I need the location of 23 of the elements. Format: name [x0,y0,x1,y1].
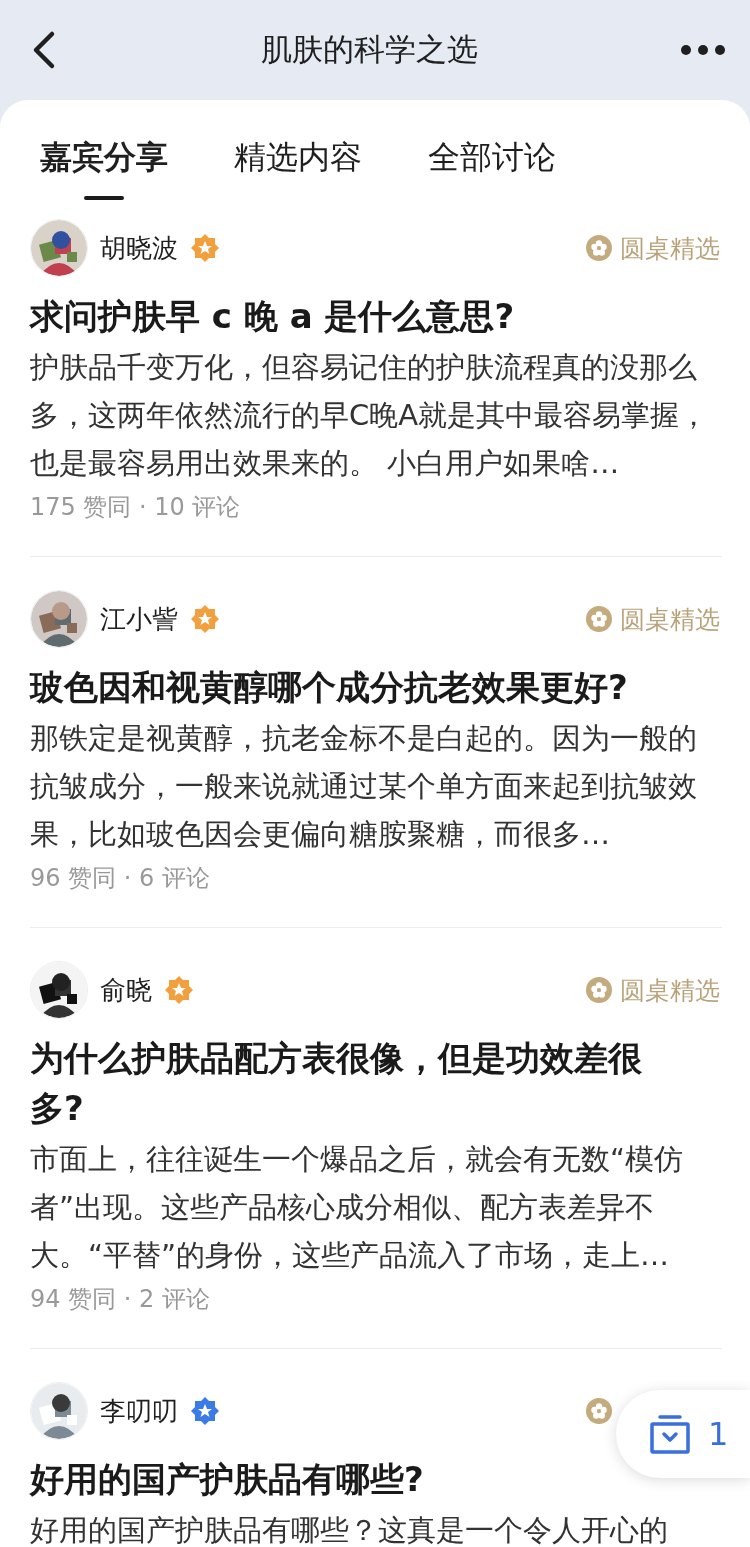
answer-excerpt[interactable]: 那铁定是视黄醇，抗老金标不是白起的。因为一般的抗皱成分，一般来说就通过某个单方面来起到抗皱效果，比如玻色因会更偏向糖胺聚糖，而很多… [30,714,714,858]
question-title[interactable]: 好用的国产护肤品有哪些? [30,1454,424,1504]
featured-label: 圆桌精选 [620,603,720,636]
question-title[interactable]: 求问护肤早 c 晚 a 是什么意思? [30,291,515,341]
author-name[interactable]: 李叨叨 [100,1393,178,1429]
tab[interactable]: 全部讨论 [428,136,556,200]
vote-comment-count: 175 赞同 · 10 评论 [30,492,242,523]
vote-comment-count: 94 赞同 · 2 评论 [30,1284,211,1315]
author-name[interactable]: 俞晓 [100,972,152,1008]
tab[interactable]: 嘉宾分享 [40,136,168,200]
page-title: 肌肤的科学之选 [260,30,478,69]
tab[interactable]: 精选内容 [234,136,362,200]
collection-button[interactable]: 1 [616,1390,750,1478]
question-title[interactable]: 为什么护肤品配方表很像，但是功效差很多? [30,1033,680,1133]
answer-excerpt[interactable]: 好用的国产护肤品有哪些？这真是一个令人开心的 [30,1506,714,1547]
question-title[interactable]: 玻色因和视黄醇哪个成分抗老效果更好? [30,662,628,712]
author-name[interactable]: 江小訾 [100,601,178,637]
author-name[interactable]: 胡晓波 [100,230,178,266]
answer-excerpt[interactable]: 护肤品千变万化，但容易记住的护肤流程真的没那么多，这两年依然流行的早C晚A就是其中最容易掌握，也是最容易用出效果来的。 小白用户如果啥… [30,343,714,487]
featured-label: 圆桌精选 [620,974,720,1007]
answer-excerpt[interactable]: 市面上，往往诞生一个爆品之后，就会有无数“模仿者”出现。这些产品核心成分相似、配方表差异不大。“平替”的身份，这些产品流入了市场，走上… [30,1135,714,1279]
vote-comment-count: 96 赞同 · 6 评论 [30,863,211,894]
featured-label: 圆桌精选 [620,232,720,265]
